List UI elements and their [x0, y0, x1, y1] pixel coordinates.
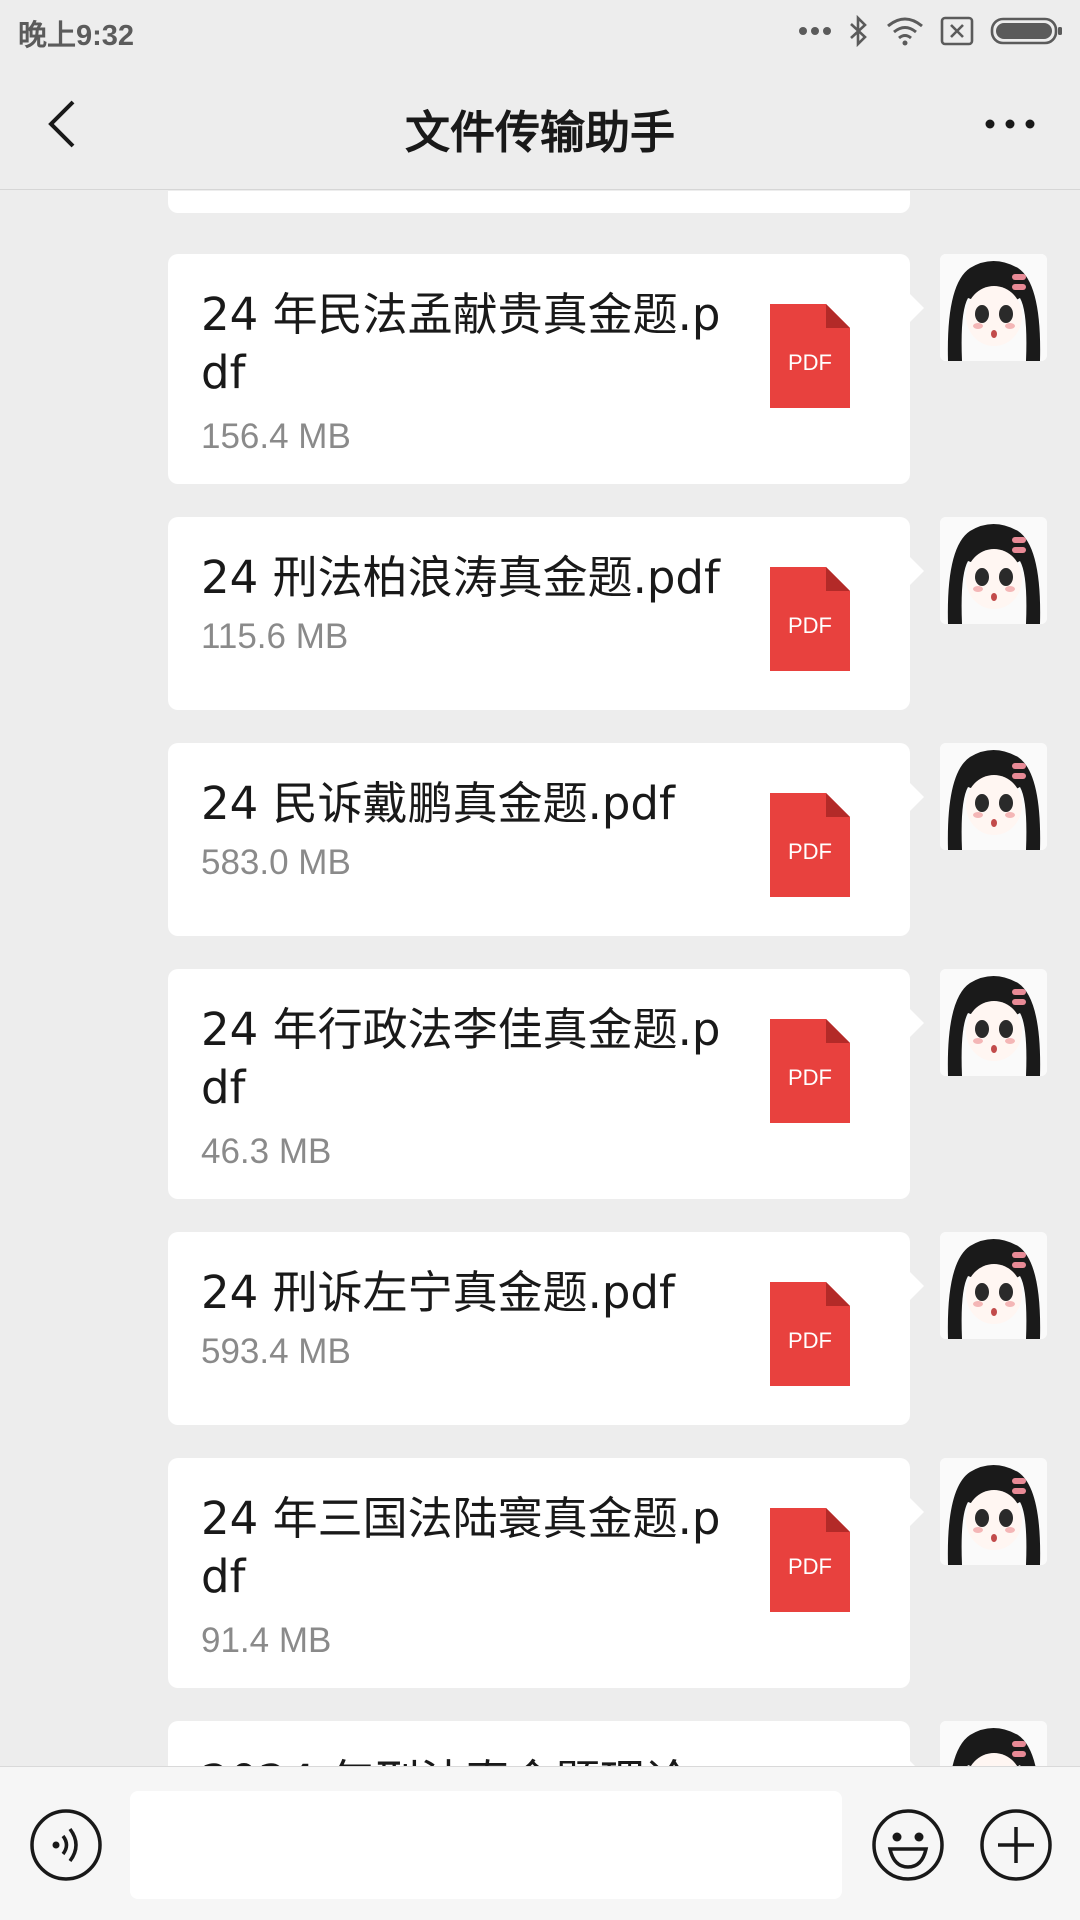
avatar-image — [940, 969, 1047, 1076]
avatar[interactable] — [940, 1232, 1047, 1339]
chat-header: 文件传输助手 — [0, 62, 1080, 190]
file-name: 2024 年刑法真金题理论 — [201, 1753, 761, 1766]
input-bar — [0, 1766, 1080, 1920]
file-message[interactable]: 24 刑诉左宁真金题.pdf 593.4 MB PDF — [168, 1232, 924, 1425]
file-message[interactable]: 24 年行政法李佳真金题.pdf 46.3 MB PDF — [168, 969, 924, 1199]
message-input[interactable] — [130, 1791, 842, 1899]
pdf-file-icon: PDF — [770, 1019, 850, 1123]
wifi-icon — [887, 17, 923, 46]
pdf-label: PDF — [788, 613, 832, 638]
file-message[interactable]: 2024 年刑法真金题理论 — [168, 1721, 924, 1766]
sim-off-icon — [940, 16, 974, 46]
file-size: 46.3 MB — [201, 1132, 332, 1171]
battery-icon — [990, 17, 1062, 45]
file-size: 156.4 MB — [201, 417, 351, 456]
file-name: 24 年行政法李佳真金题.pdf — [201, 1003, 721, 1114]
chat-title: 文件传输助手 — [404, 107, 675, 158]
pdf-label: PDF — [788, 1065, 832, 1090]
plus-circle-icon[interactable] — [978, 1807, 1054, 1883]
pdf-label: PDF — [788, 839, 832, 864]
emoji-icon[interactable] — [870, 1807, 946, 1883]
avatar-image — [940, 1721, 1047, 1766]
status-icons — [798, 10, 1064, 52]
file-message[interactable]: 24 年三国法陆寰真金题.pdf 91.4 MB PDF — [168, 1458, 924, 1688]
more-dots-icon — [799, 27, 831, 35]
avatar[interactable] — [940, 1458, 1047, 1565]
avatar-image — [940, 1232, 1047, 1339]
file-name: 24 刑诉左宁真金题.pdf — [201, 1266, 675, 1319]
file-name: 24 民诉戴鹏真金题.pdf — [201, 777, 675, 830]
file-name: 24 年三国法陆寰真金题.pdf — [201, 1492, 721, 1603]
status-bar: 晚上9:32 — [0, 0, 1080, 62]
file-size: 583.0 MB — [201, 843, 351, 882]
pdf-file-icon: PDF — [770, 1508, 850, 1612]
avatar[interactable] — [940, 743, 1047, 850]
avatar-image — [940, 1458, 1047, 1565]
file-message[interactable]: 24 民诉戴鹏真金题.pdf 583.0 MB PDF — [168, 743, 924, 936]
file-name: 24 年民法孟献贵真金题.pdf — [201, 288, 721, 399]
bluetooth-icon — [850, 15, 867, 47]
avatar[interactable] — [940, 1721, 1047, 1766]
avatar-image — [940, 254, 1047, 361]
pdf-file-icon: PDF — [770, 567, 850, 671]
avatar-image — [940, 517, 1047, 624]
pdf-label: PDF — [788, 1554, 832, 1579]
status-time: 晚上9:32 — [18, 20, 135, 52]
avatar[interactable] — [940, 969, 1047, 1076]
file-message[interactable]: 24 年民法孟献贵真金题.pdf 156.4 MB PDF — [168, 254, 924, 484]
file-name: 24 刑法柏浪涛真金题.pdf — [201, 551, 720, 604]
avatar-image — [940, 743, 1047, 850]
file-size: 593.4 MB — [201, 1332, 351, 1371]
voice-icon[interactable] — [28, 1807, 104, 1883]
pdf-file-icon: PDF — [770, 1282, 850, 1386]
more-dots-icon — [985, 119, 1035, 129]
file-message[interactable]: 24 刑法柏浪涛真金题.pdf 115.6 MB PDF — [168, 517, 924, 710]
pdf-file-icon: PDF — [770, 793, 850, 897]
avatar[interactable] — [940, 517, 1047, 624]
chat-message-list[interactable]: 24 年民法孟献贵真金题.pdf 156.4 MB PDF 24 刑法柏浪涛真金… — [0, 191, 1080, 1766]
more-button[interactable] — [970, 94, 1050, 154]
pdf-file-icon: PDF — [770, 304, 850, 408]
pdf-label: PDF — [788, 1328, 832, 1353]
avatar[interactable] — [940, 254, 1047, 361]
file-message-partial-top[interactable] — [168, 191, 910, 213]
pdf-label: PDF — [788, 350, 832, 375]
file-size: 115.6 MB — [201, 617, 349, 656]
file-size: 91.4 MB — [201, 1621, 332, 1660]
